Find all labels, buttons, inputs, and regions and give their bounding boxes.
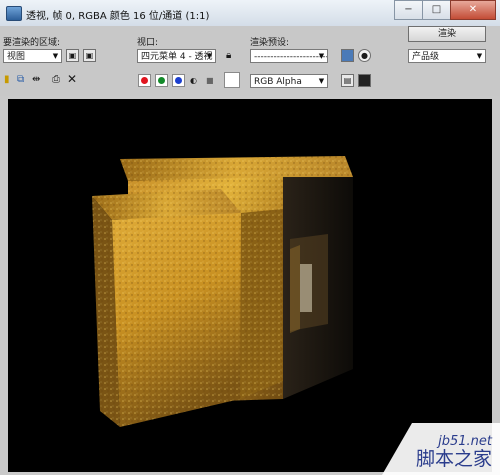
viewport-dropdown[interactable]: 四元菜单 4 - 透视 ▼ (137, 49, 216, 63)
blue-channel-toggle[interactable] (172, 74, 185, 87)
chevron-down-icon: ▼ (206, 52, 213, 60)
toggle-ui-overlay-icon[interactable]: ▤ (341, 74, 354, 87)
chevron-down-icon: ▼ (318, 77, 325, 85)
channel-display-value: RGB Alpha (254, 77, 302, 87)
lock-icon[interactable]: 🔒︎ (226, 50, 231, 62)
render-button[interactable]: 渲染 (408, 26, 486, 42)
chevron-down-icon: ▼ (52, 52, 59, 60)
viewport-label: 视口: (137, 38, 159, 48)
monochrome-icon[interactable]: ■ (206, 75, 214, 87)
maximize-button[interactable]: □ (422, 0, 451, 20)
area-to-render-value: 视图 (7, 52, 26, 62)
toggle-ui-icon[interactable] (358, 74, 371, 87)
clear-icon[interactable]: ✕ (67, 73, 77, 85)
site-watermark: jb51.net 脚本之家 (382, 423, 500, 475)
render-preset-label: 渲染预设: (250, 38, 290, 48)
chevron-down-icon: ▼ (318, 52, 325, 60)
window-title: 透视, 帧 0, RGBA 颜色 16 位/通道 (1:1) (26, 11, 210, 22)
app-icon (6, 6, 22, 21)
render-viewport (8, 99, 492, 472)
area-to-render-label: 要渲染的区域: (3, 38, 61, 48)
window-controls: − □ ✕ (394, 0, 496, 20)
viewport-value: 四元菜单 4 - 透视 (141, 52, 213, 62)
red-channel-toggle[interactable] (138, 74, 151, 87)
green-channel-toggle[interactable] (155, 74, 168, 87)
green-channel-icon (158, 77, 165, 84)
save-image-icon[interactable]: ▮ (4, 74, 10, 86)
clone-window-icon[interactable]: ⇹ (32, 74, 40, 86)
alpha-channel-icon[interactable]: ◐ (190, 75, 197, 87)
render-setup-icon[interactable] (341, 49, 354, 62)
close-button[interactable]: ✕ (450, 0, 496, 20)
render-quality-value: 产品级 (412, 52, 440, 62)
red-channel-icon (141, 77, 148, 84)
title-bar: 透视, 帧 0, RGBA 颜色 16 位/通道 (1:1) − □ ✕ (0, 0, 500, 27)
watermark-name: 脚本之家 (415, 448, 492, 470)
chevron-down-icon: ▼ (476, 52, 483, 60)
render-preset-dropdown[interactable]: ------------------------ ▼ (250, 49, 328, 63)
minimize-button[interactable]: − (394, 0, 423, 20)
auto-region-icon[interactable]: ▣ (83, 49, 96, 62)
render-toolbar: 要渲染的区域: 视口: 渲染预设: 渲染 视图 ▼ ▣ ▣ 四元菜单 4 - 透… (0, 26, 500, 96)
color-swatch[interactable] (224, 72, 240, 88)
channel-display-dropdown[interactable]: RGB Alpha ▼ (250, 74, 328, 88)
render-quality-dropdown[interactable]: 产品级 ▼ (408, 49, 486, 63)
copy-image-icon[interactable]: ⧉ (17, 74, 24, 86)
blue-channel-icon (175, 77, 182, 84)
print-icon[interactable]: ⎙ (52, 74, 60, 86)
environment-icon[interactable]: ● (358, 49, 371, 62)
rendered-boxes-image (92, 156, 353, 427)
edit-region-icon[interactable]: ▣ (66, 49, 79, 62)
area-to-render-dropdown[interactable]: 视图 ▼ (3, 49, 62, 63)
